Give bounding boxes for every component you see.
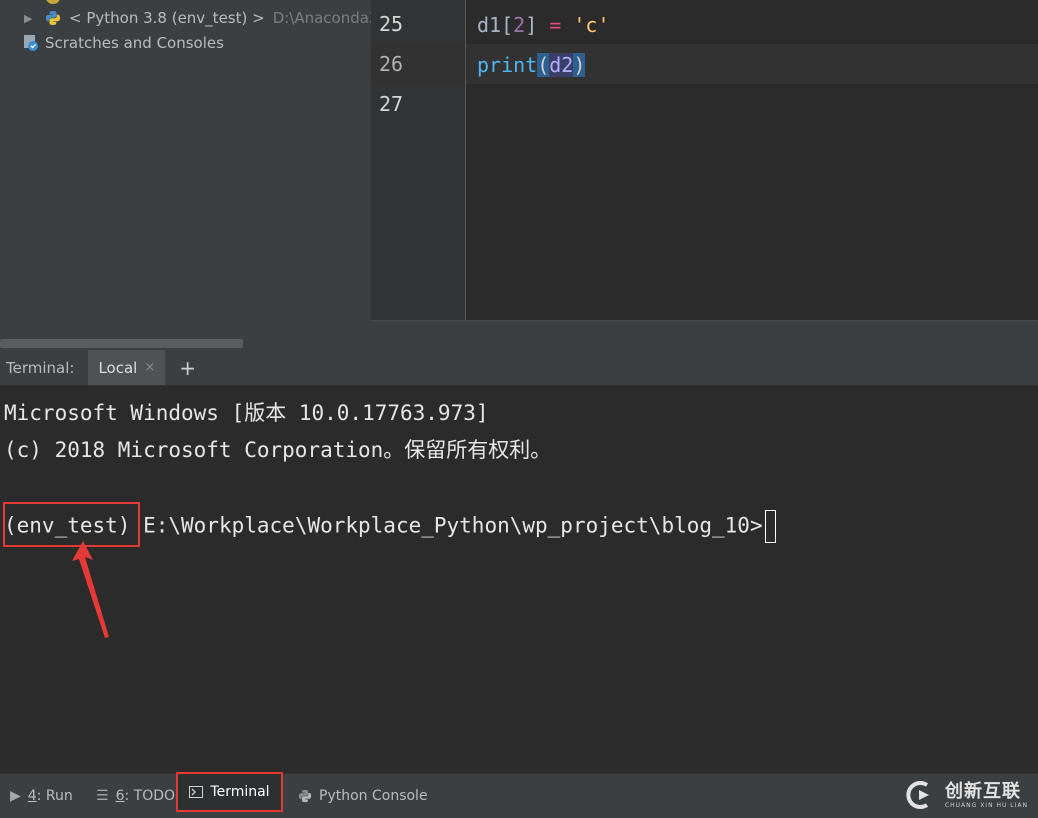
terminal-panel-header: Terminal: Local × + [0,350,1038,386]
tab-local-label: Local [98,358,138,377]
tree-item-python-sdk[interactable]: ▶ < Python 3.8 (env_test) > D:\Anaconda3… [0,7,371,29]
new-terminal-session-button[interactable]: + [179,356,196,380]
python-sdk-path: D:\Anaconda3\e [272,9,371,27]
python-icon [298,789,312,803]
python-console-label: Python Console [319,788,428,804]
python-sdk-label: < Python 3.8 (env_test) > [69,9,265,27]
annotation-arrow-icon [72,541,109,638]
terminal-output-line: Microsoft Windows [版本 10.0.17763.973] [4,401,489,425]
line-number: 26 [379,52,404,76]
editor-status-strip [371,320,1038,351]
run-tool-button[interactable]: ▶ 4: Run [10,774,73,818]
project-pane: ▶ < Python 3.8 (env_test) > D:\Anaconda3… [0,0,371,350]
terminal-icon [189,786,204,798]
code-line-25[interactable]: d1[2] = 'c' [477,5,610,45]
watermark-text: 创新互联 [944,780,1021,802]
line-number-gutter: 25 26 27 [371,0,466,320]
folder-icon [46,0,60,4]
terminal-output[interactable]: Microsoft Windows [版本 10.0.17763.973] (c… [0,386,1038,773]
python-console-tool-button[interactable]: Python Console [298,774,428,818]
terminal-tool-label: Terminal [210,784,270,800]
line-number: 25 [379,12,404,36]
logo-icon [906,781,929,809]
tool-window-bar: ▶ 4: Run ☰ 6: TODO Terminal Python Conso… [0,772,1038,818]
python-icon [46,11,60,25]
run-mnemonic: 4 [27,788,37,804]
terminal-tool-button[interactable]: Terminal [176,772,283,812]
todo-label: : TODO [124,788,176,804]
watermark-subtext: CHUANG XIN HU LIAN [944,801,1028,809]
todo-tool-button[interactable]: ☰ 6: TODO [96,774,175,818]
tab-local[interactable]: Local × [88,350,166,385]
terminal-output-line: (c) 2018 Microsoft Corporation。保留所有权利。 [4,438,552,462]
line-number: 27 [379,92,404,116]
scratches-icon [24,35,38,51]
prompt-path: E:\Workplace\Workplace_Python\wp_project… [130,513,763,538]
list-icon: ☰ [96,788,109,804]
todo-mnemonic: 6 [115,788,125,804]
watermark-logo: 创新互联 CHUANG XIN HU LIAN [905,779,1028,811]
tree-item-scratches[interactable]: Scratches and Consoles [0,32,224,54]
close-icon[interactable]: × [144,360,155,375]
run-label: : Run [36,788,73,804]
expand-arrow-icon[interactable]: ▶ [24,12,34,25]
code-line-26[interactable]: print(d2) [477,45,586,85]
code-editor[interactable]: 25 26 27 d1[2] = 'c' print(d2) [371,0,1038,351]
text-cursor [764,510,776,543]
play-icon: ▶ [10,788,21,804]
terminal-panel-title: Terminal: [6,358,75,377]
horizontal-scrollbar[interactable] [0,339,243,348]
scratches-label: Scratches and Consoles [45,34,224,52]
